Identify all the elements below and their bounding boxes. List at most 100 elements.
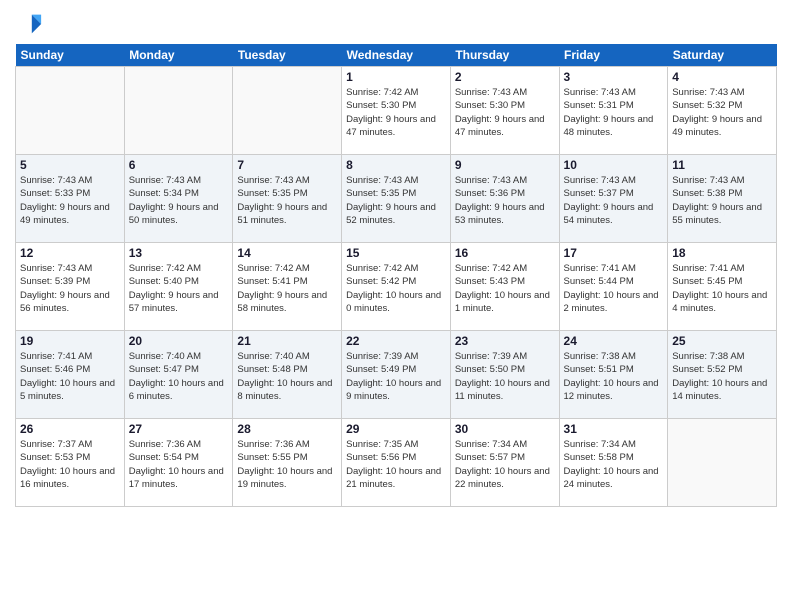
calendar-cell: 13Sunrise: 7:42 AM Sunset: 5:40 PM Dayli… [124,243,233,331]
day-number: 25 [672,334,772,348]
day-header-sunday: Sunday [16,44,125,67]
cell-text: Sunrise: 7:38 AM Sunset: 5:52 PM Dayligh… [672,350,772,403]
calendar-cell: 19Sunrise: 7:41 AM Sunset: 5:46 PM Dayli… [16,331,125,419]
cell-text: Sunrise: 7:39 AM Sunset: 5:49 PM Dayligh… [346,350,446,403]
day-number: 20 [129,334,229,348]
day-number: 8 [346,158,446,172]
day-number: 22 [346,334,446,348]
day-number: 27 [129,422,229,436]
day-number: 5 [20,158,120,172]
cell-text: Sunrise: 7:43 AM Sunset: 5:32 PM Dayligh… [672,86,772,139]
calendar-cell: 12 Sunrise: 7:43 AM Sunset: 5:39 PM Dayli… [16,243,125,331]
cell-text: Sunrise: 7:43 AM Sunset: 5:35 PM Dayligh… [346,174,446,227]
cell-text: Sunrise: 7:42 AM Sunset: 5:42 PM Dayligh… [346,262,446,315]
calendar-cell: 25 Sunrise: 7:38 AM Sunset: 5:52 PM Dayli… [668,331,777,419]
day-number: 21 [237,334,337,348]
cell-text: Sunrise: 7:34 AM Sunset: 5:57 PM Dayligh… [455,438,555,491]
cell-text: Sunrise: 7:41 AM Sunset: 5:44 PM Dayligh… [564,262,664,315]
day-number: 17 [564,246,664,260]
calendar-cell: 26 Sunrise: 7:37 AM Sunset: 5:53 PM Dayli… [16,419,125,507]
cell-text: Sunrise: 7:38 AM Sunset: 5:51 PM Dayligh… [564,350,664,403]
day-number: 24 [564,334,664,348]
calendar-cell: 22 Sunrise: 7:39 AM Sunset: 5:49 PM Dayli… [342,331,451,419]
week-row-5: 26 Sunrise: 7:37 AM Sunset: 5:53 PM Dayli… [16,419,777,507]
day-number: 1 [346,70,446,84]
cell-text: Sunrise: 7:35 AM Sunset: 5:56 PM Dayligh… [346,438,446,491]
day-number: 6 [129,158,229,172]
day-number: 7 [237,158,337,172]
cell-text: Sunrise: 7:43 AM Sunset: 5:36 PM Dayligh… [455,174,555,227]
calendar-cell: 5Sunrise: 7:43 AM Sunset: 5:33 PM Daylig… [16,155,125,243]
cell-text: Sunrise: 7:42 AM Sunset: 5:41 PM Dayligh… [237,262,337,315]
calendar-cell: 9 Sunrise: 7:43 AM Sunset: 5:36 PM Daylig… [450,155,559,243]
calendar-cell [16,67,125,155]
day-number: 3 [564,70,664,84]
calendar-cell: 2 Sunrise: 7:43 AM Sunset: 5:30 PM Daylig… [450,67,559,155]
calendar-cell: 31Sunrise: 7:34 AM Sunset: 5:58 PM Dayli… [559,419,668,507]
cell-text: Sunrise: 7:36 AM Sunset: 5:55 PM Dayligh… [237,438,337,491]
calendar-cell [668,419,777,507]
calendar-cell: 17 Sunrise: 7:41 AM Sunset: 5:44 PM Dayli… [559,243,668,331]
calendar-cell: 18Sunrise: 7:41 AM Sunset: 5:45 PM Dayli… [668,243,777,331]
cell-text: Sunrise: 7:42 AM Sunset: 5:30 PM Dayligh… [346,86,446,139]
calendar-cell: 29 Sunrise: 7:35 AM Sunset: 5:56 PM Dayli… [342,419,451,507]
day-number: 4 [672,70,772,84]
calendar-cell: 30 Sunrise: 7:34 AM Sunset: 5:57 PM Dayli… [450,419,559,507]
calendar-cell: 23Sunrise: 7:39 AM Sunset: 5:50 PM Dayli… [450,331,559,419]
calendar-cell: 11Sunrise: 7:43 AM Sunset: 5:38 PM Dayli… [668,155,777,243]
day-header-friday: Friday [559,44,668,67]
calendar-cell: 10Sunrise: 7:43 AM Sunset: 5:37 PM Dayli… [559,155,668,243]
day-header-tuesday: Tuesday [233,44,342,67]
cell-text: Sunrise: 7:43 AM Sunset: 5:34 PM Dayligh… [129,174,229,227]
cell-text: Sunrise: 7:42 AM Sunset: 5:43 PM Dayligh… [455,262,555,315]
logo [15,10,47,38]
week-row-3: 12 Sunrise: 7:43 AM Sunset: 5:39 PM Dayli… [16,243,777,331]
calendar-cell: 4 Sunrise: 7:43 AM Sunset: 5:32 PM Daylig… [668,67,777,155]
day-number: 9 [455,158,555,172]
day-number: 12 [20,246,120,260]
cell-text: Sunrise: 7:43 AM Sunset: 5:30 PM Dayligh… [455,86,555,139]
calendar-cell: 27 Sunrise: 7:36 AM Sunset: 5:54 PM Dayli… [124,419,233,507]
calendar-cell [233,67,342,155]
calendar-cell: 1 Sunrise: 7:42 AM Sunset: 5:30 PM Daylig… [342,67,451,155]
header-row: SundayMondayTuesdayWednesdayThursdayFrid… [16,44,777,67]
calendar-cell: 14 Sunrise: 7:42 AM Sunset: 5:41 PM Dayli… [233,243,342,331]
logo-icon [15,10,43,38]
calendar-cell [124,67,233,155]
cell-text: Sunrise: 7:41 AM Sunset: 5:46 PM Dayligh… [20,350,120,403]
calendar-cell: 15Sunrise: 7:42 AM Sunset: 5:42 PM Dayli… [342,243,451,331]
day-header-saturday: Saturday [668,44,777,67]
day-number: 30 [455,422,555,436]
cell-text: Sunrise: 7:36 AM Sunset: 5:54 PM Dayligh… [129,438,229,491]
cell-text: Sunrise: 7:40 AM Sunset: 5:47 PM Dayligh… [129,350,229,403]
week-row-4: 19Sunrise: 7:41 AM Sunset: 5:46 PM Dayli… [16,331,777,419]
cell-text: Sunrise: 7:37 AM Sunset: 5:53 PM Dayligh… [20,438,120,491]
day-header-monday: Monday [124,44,233,67]
day-number: 29 [346,422,446,436]
calendar-cell: 3 Sunrise: 7:43 AM Sunset: 5:31 PM Daylig… [559,67,668,155]
page: SundayMondayTuesdayWednesdayThursdayFrid… [0,0,792,612]
cell-text: Sunrise: 7:43 AM Sunset: 5:35 PM Dayligh… [237,174,337,227]
calendar-cell: 28 Sunrise: 7:36 AM Sunset: 5:55 PM Dayli… [233,419,342,507]
day-number: 11 [672,158,772,172]
day-number: 16 [455,246,555,260]
calendar-cell: 6 Sunrise: 7:43 AM Sunset: 5:34 PM Daylig… [124,155,233,243]
day-number: 2 [455,70,555,84]
calendar-cell: 20 Sunrise: 7:40 AM Sunset: 5:47 PM Dayli… [124,331,233,419]
cell-text: Sunrise: 7:43 AM Sunset: 5:39 PM Dayligh… [20,262,120,315]
cell-text: Sunrise: 7:43 AM Sunset: 5:31 PM Dayligh… [564,86,664,139]
day-header-wednesday: Wednesday [342,44,451,67]
header [15,10,777,38]
day-number: 10 [564,158,664,172]
calendar-cell: 8 Sunrise: 7:43 AM Sunset: 5:35 PM Daylig… [342,155,451,243]
cell-text: Sunrise: 7:40 AM Sunset: 5:48 PM Dayligh… [237,350,337,403]
week-row-1: 1 Sunrise: 7:42 AM Sunset: 5:30 PM Daylig… [16,67,777,155]
calendar-cell: 21 Sunrise: 7:40 AM Sunset: 5:48 PM Dayli… [233,331,342,419]
calendar-cell: 7 Sunrise: 7:43 AM Sunset: 5:35 PM Daylig… [233,155,342,243]
day-header-thursday: Thursday [450,44,559,67]
day-number: 26 [20,422,120,436]
cell-text: Sunrise: 7:41 AM Sunset: 5:45 PM Dayligh… [672,262,772,315]
day-number: 28 [237,422,337,436]
day-number: 14 [237,246,337,260]
day-number: 13 [129,246,229,260]
